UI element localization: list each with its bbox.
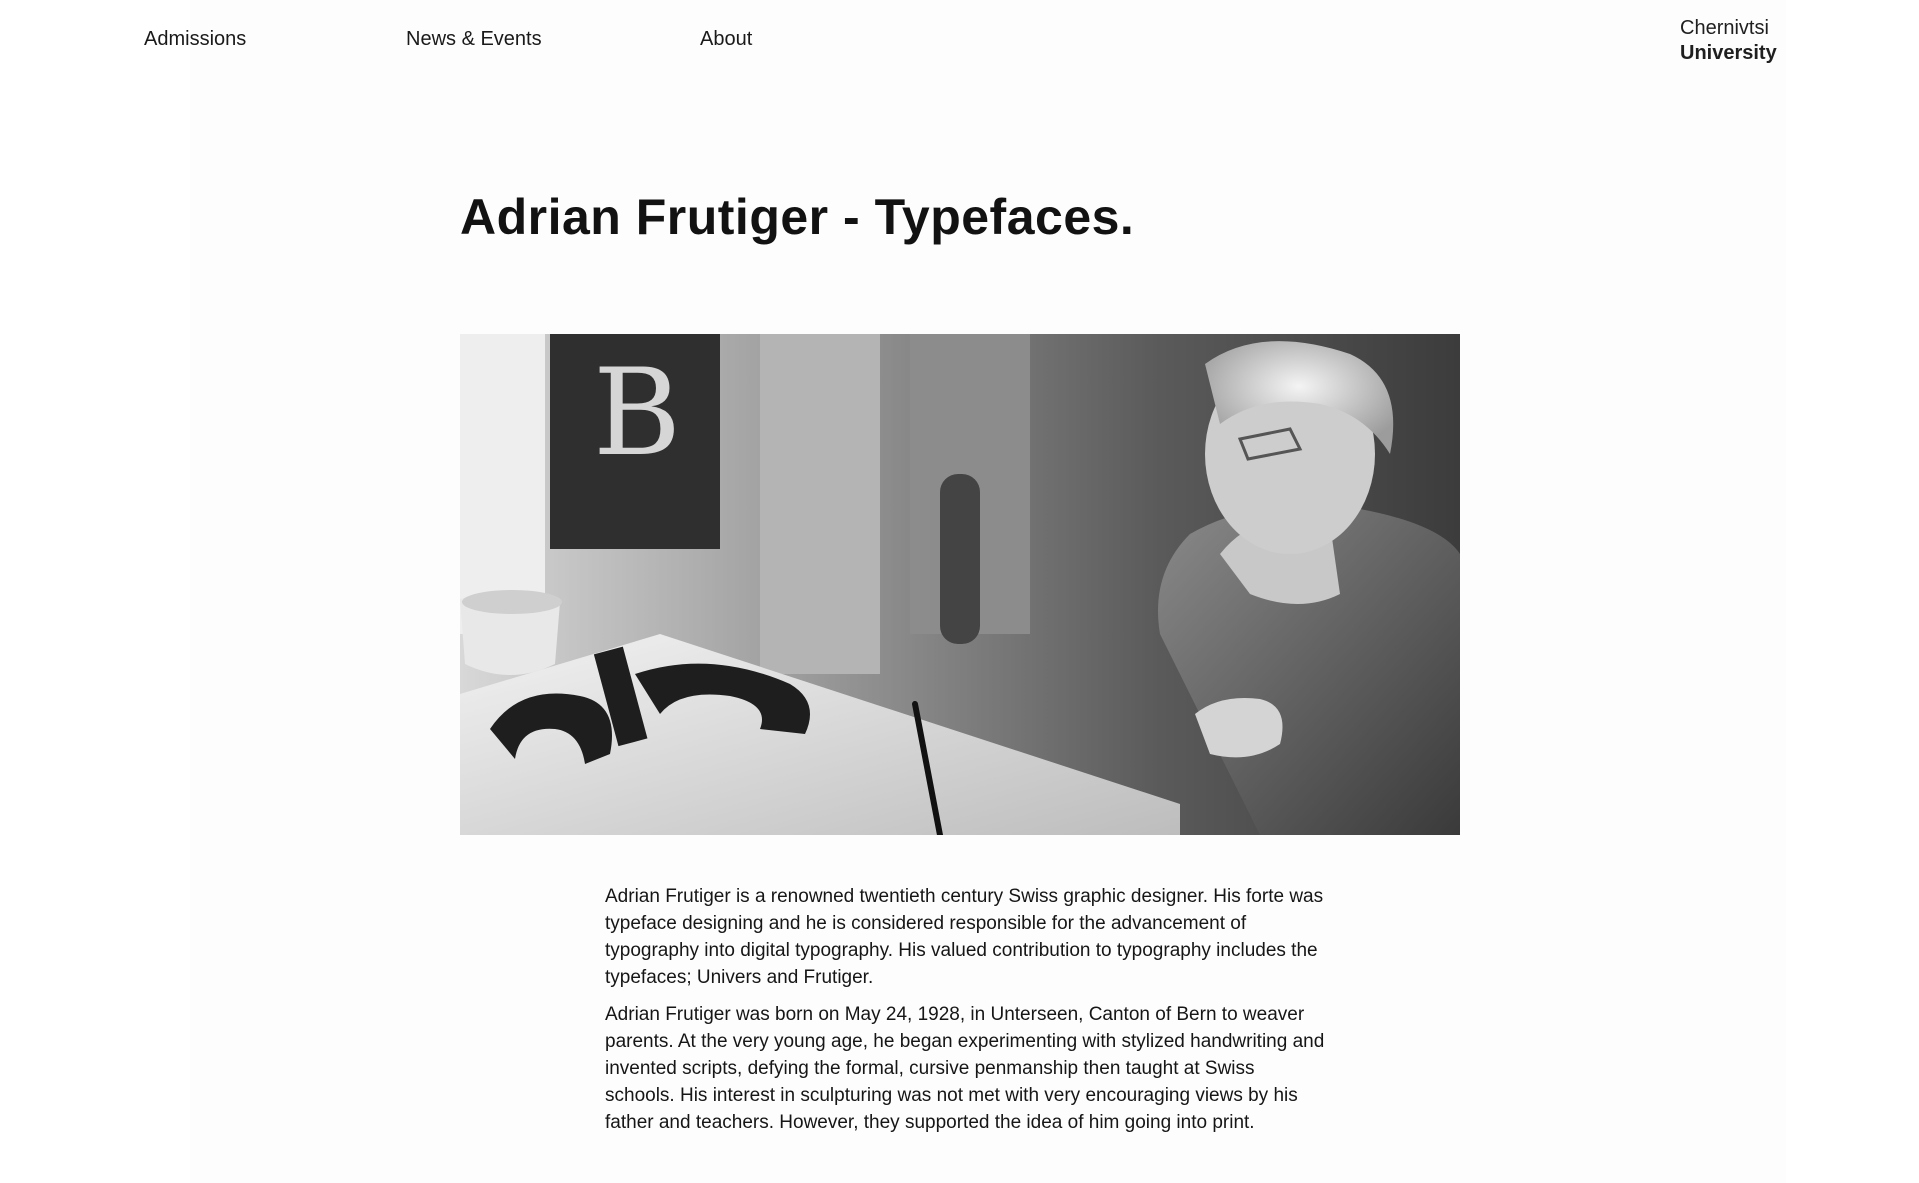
nav-item-news-events[interactable]: News & Events: [406, 28, 542, 51]
page-title: Adrian Frutiger - Typefaces.: [460, 189, 1135, 245]
article-paragraph: Adrian Frutiger was born on May 24, 1928…: [605, 1004, 1325, 1133]
brand-line1: Chernivtsi: [1680, 17, 1769, 39]
nav-item-admissions[interactable]: Admissions: [144, 28, 246, 51]
hero-image: B: [460, 334, 1460, 835]
article-paragraph: Adrian Frutiger is a renowned twentieth …: [605, 886, 1324, 988]
brand-logo[interactable]: Chernivtsi University: [1680, 16, 1777, 66]
nav-item-about[interactable]: About: [700, 28, 752, 51]
brand-line2: University: [1680, 42, 1777, 64]
hero-letter-b: B: [593, 344, 681, 483]
article-body: Adrian Frutiger is a renowned twentieth …: [605, 883, 1325, 1146]
